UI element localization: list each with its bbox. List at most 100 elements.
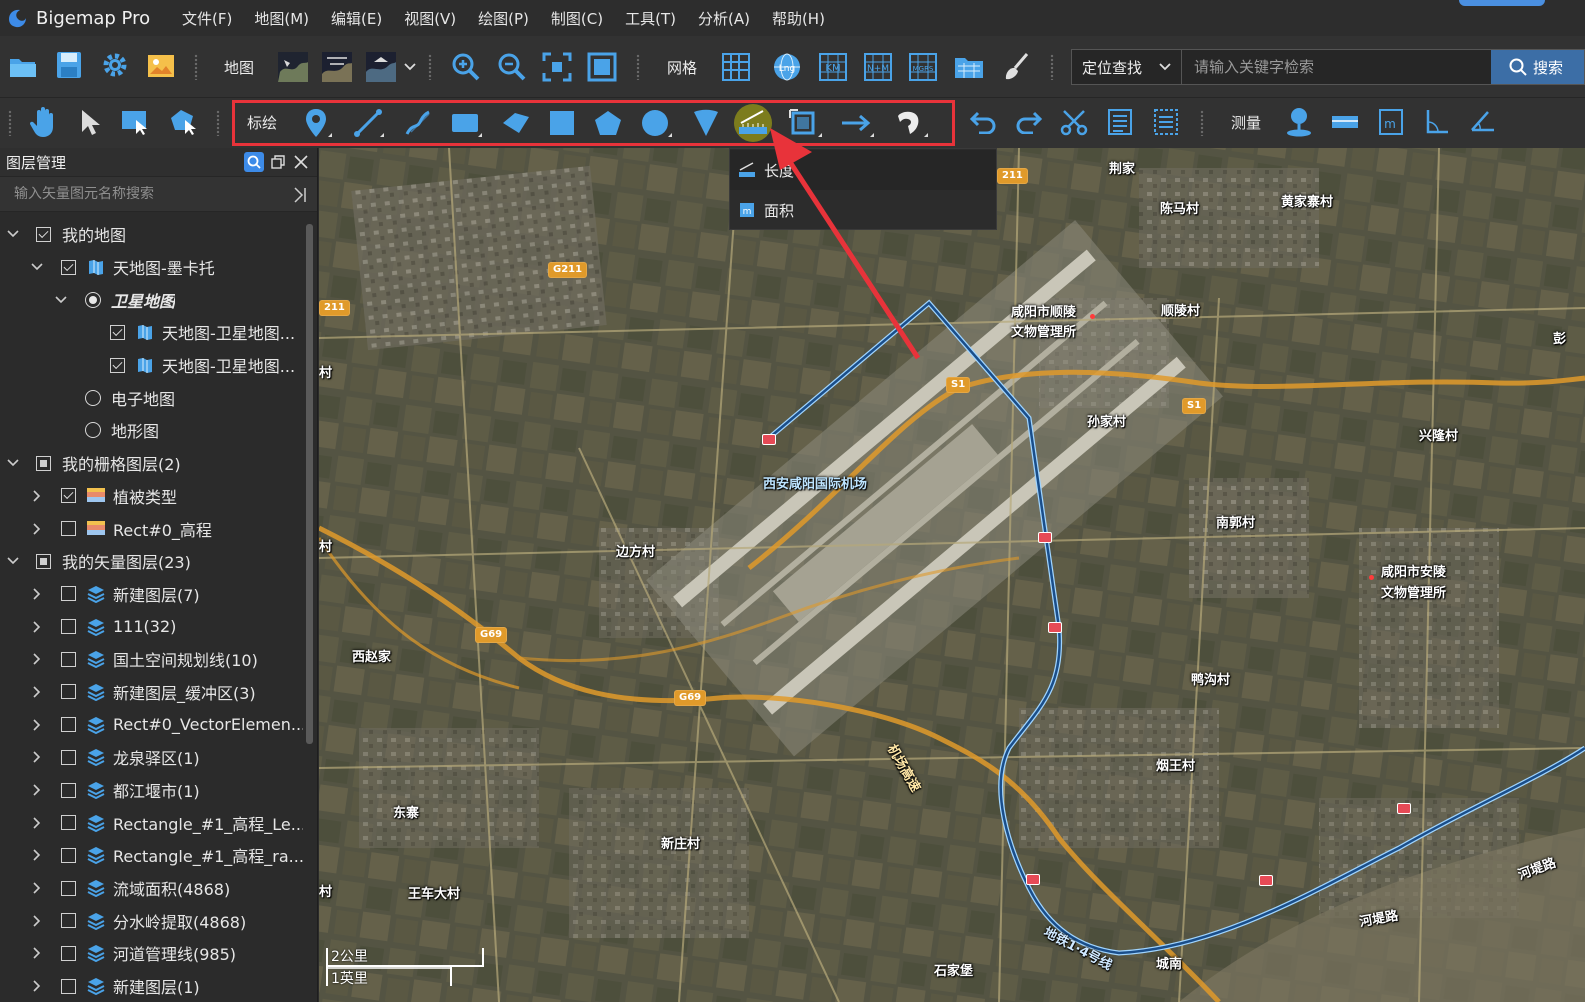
lng-grid-icon[interactable]: Lng (771, 51, 803, 83)
layer-checkbox[interactable] (110, 324, 125, 340)
chevron-right-icon[interactable] (30, 620, 44, 634)
satellite-map-icon[interactable] (277, 51, 309, 83)
layer-tree-row[interactable]: 都江堰市(1) (0, 774, 317, 807)
layer-checkbox[interactable] (61, 651, 76, 667)
marker-point-icon[interactable] (298, 105, 334, 141)
chevron-right-icon[interactable] (30, 489, 44, 503)
layer-checkbox[interactable] (61, 586, 76, 602)
layer-checkbox[interactable] (61, 913, 76, 929)
curved-arrow-icon[interactable] (888, 105, 930, 141)
layer-checkbox[interactable] (61, 684, 76, 700)
layer-radio[interactable] (85, 389, 101, 406)
search-mode-dropdown[interactable]: 定位查找 (1072, 50, 1182, 84)
layer-checkbox[interactable] (61, 259, 76, 275)
pan-hand-icon[interactable] (27, 105, 61, 139)
layer-checkbox[interactable] (36, 455, 51, 471)
measure-azimuth-icon[interactable] (1465, 106, 1499, 138)
layer-tree-row[interactable]: Rect#0_VectorElemen... (0, 708, 317, 741)
layer-tree-row[interactable]: 龙泉驿区(1) (0, 741, 317, 774)
layer-checkbox[interactable] (61, 488, 76, 504)
settings-gear-icon[interactable] (100, 50, 130, 80)
chevron-down-icon[interactable] (30, 260, 44, 274)
chevron-right-icon[interactable] (293, 186, 307, 204)
toolbar-grip[interactable] (8, 110, 12, 136)
layer-switch-chevron-down-icon[interactable] (402, 60, 418, 74)
mgrs-grid-icon[interactable]: MGRS (907, 51, 939, 83)
layer-tree-row[interactable]: Rectangle_#1_高程_Le... (0, 806, 317, 839)
layer-tree-row[interactable]: 新建图层(1) (0, 970, 317, 1002)
layer-checkbox[interactable] (36, 553, 51, 569)
chevron-right-icon[interactable] (30, 685, 44, 699)
chevron-right-icon[interactable] (30, 848, 44, 862)
measure-length-icon[interactable] (733, 103, 773, 143)
save-icon[interactable] (54, 50, 84, 80)
layer-checkbox[interactable] (36, 226, 51, 242)
layer-tree-row[interactable]: 新建图层(7) (0, 578, 317, 611)
account-button[interactable] (1459, 0, 1545, 6)
layer-tree-row[interactable]: 植被类型 (0, 480, 317, 513)
polygon-select-icon[interactable] (165, 106, 199, 138)
layer-checkbox[interactable] (61, 717, 76, 733)
chevron-down-icon[interactable] (6, 456, 20, 470)
layer-checkbox[interactable] (61, 521, 76, 537)
menu-cartography[interactable]: 制图(C) (551, 8, 603, 29)
layer-checkbox[interactable] (61, 749, 76, 765)
image-export-icon[interactable] (146, 52, 176, 80)
undo-icon[interactable] (966, 106, 1000, 138)
zoom-in-icon[interactable] (450, 51, 482, 83)
measure-distance-icon[interactable] (1328, 106, 1362, 138)
chevron-right-icon[interactable] (30, 522, 44, 536)
layer-search-input[interactable] (14, 186, 284, 202)
sector-icon[interactable] (688, 105, 724, 141)
layer-tree-row[interactable]: 国土空间规划线(10) (0, 643, 317, 676)
toolbar-grip[interactable] (1200, 110, 1204, 136)
layer-tree-row[interactable]: 分水岭提取(4868) (0, 904, 317, 937)
menu-edit[interactable]: 编辑(E) (331, 8, 382, 29)
layer-tree-row[interactable]: 天地图-卫星地图... (0, 316, 317, 349)
layer-tree-row[interactable]: 流域面积(4868) (0, 872, 317, 905)
layer-tree-row[interactable]: 我的矢量图层(23) (0, 545, 317, 578)
open-folder-icon[interactable] (8, 52, 38, 82)
layer-tree-row[interactable]: 天地图-墨卡托 (0, 251, 317, 284)
grid-folder-icon[interactable] (953, 52, 985, 82)
chevron-down-icon[interactable] (6, 227, 20, 241)
zoom-out-icon[interactable] (496, 51, 528, 83)
toolbar-grip[interactable] (1050, 54, 1054, 80)
measure-area-icon[interactable] (784, 105, 824, 141)
cut-scissors-icon[interactable] (1057, 106, 1091, 138)
freehand-line-icon[interactable] (400, 105, 436, 141)
pentagon-icon[interactable] (590, 105, 626, 141)
satellite-label-map-icon[interactable] (321, 51, 353, 83)
layer-checkbox[interactable] (61, 847, 76, 863)
measure-area-m2-icon[interactable]: m (1374, 106, 1408, 138)
chevron-right-icon[interactable] (30, 946, 44, 960)
list-edit-icon[interactable] (1149, 106, 1183, 138)
layer-tree-row[interactable]: Rectangle_#1_高程_ra... (0, 839, 317, 872)
redo-icon[interactable] (1012, 106, 1046, 138)
menu-tools[interactable]: 工具(T) (625, 8, 676, 29)
panel-close-icon[interactable] (291, 152, 311, 172)
chevron-right-icon[interactable] (30, 718, 44, 732)
polygon-icon[interactable] (498, 105, 534, 141)
chevron-right-icon[interactable] (30, 979, 44, 993)
chevron-right-icon[interactable] (30, 914, 44, 928)
square-icon[interactable] (544, 105, 580, 141)
layer-checkbox[interactable] (61, 880, 76, 896)
menu-draw[interactable]: 绘图(P) (478, 8, 529, 29)
attribute-table-icon[interactable] (1103, 106, 1137, 138)
toolbar-grip[interactable] (216, 110, 220, 136)
layer-tree-row[interactable]: 天地图-卫星地图... (0, 349, 317, 382)
layer-checkbox[interactable] (110, 357, 125, 373)
zoom-to-extent-icon[interactable] (541, 51, 573, 83)
layer-checkbox[interactable] (61, 782, 76, 798)
panel-search-icon[interactable] (244, 152, 264, 172)
layer-tree-row[interactable]: 111(32) (0, 610, 317, 643)
menu-item-length[interactable]: 长度 (730, 150, 996, 190)
layer-radio[interactable] (85, 422, 101, 439)
chevron-right-icon[interactable] (30, 816, 44, 830)
menu-view[interactable]: 视图(V) (404, 8, 456, 29)
measure-point-icon[interactable] (1282, 105, 1316, 139)
layer-checkbox[interactable] (61, 815, 76, 831)
chevron-right-icon[interactable] (30, 652, 44, 666)
layer-tree-row[interactable]: 卫星地图 (0, 283, 317, 316)
